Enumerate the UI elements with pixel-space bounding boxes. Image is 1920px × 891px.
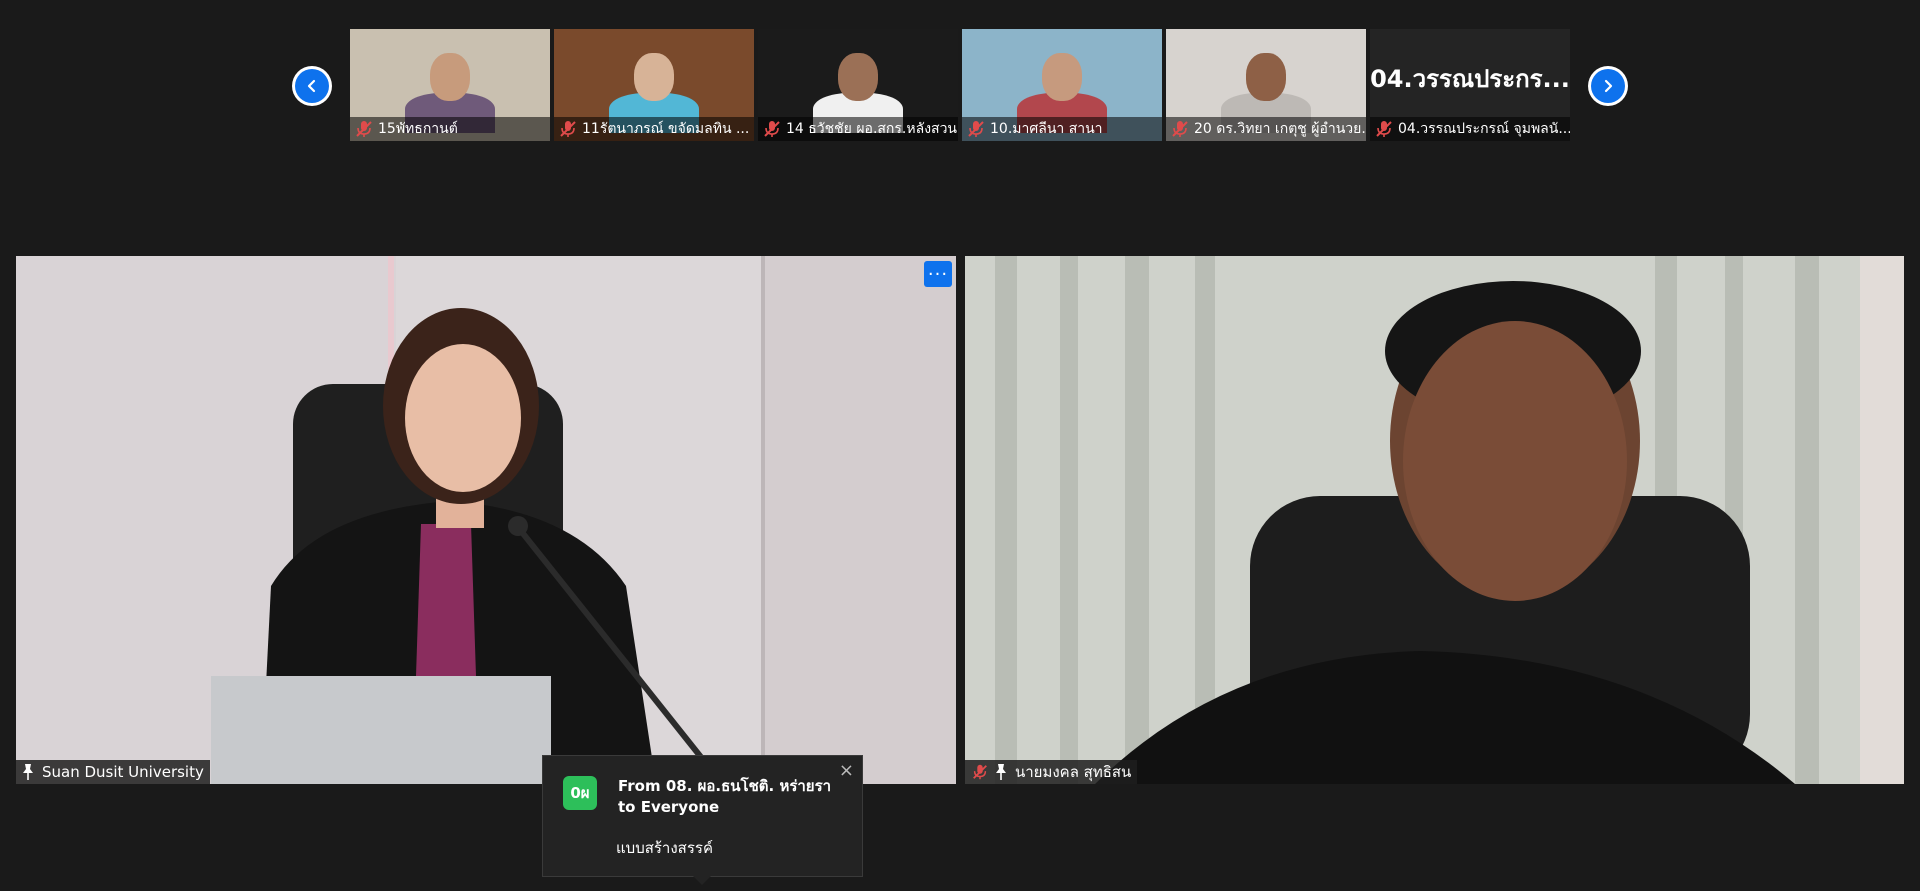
participant-name-tag: Suan Dusit University xyxy=(16,760,210,784)
pin-icon xyxy=(996,764,1006,780)
participant-head xyxy=(838,53,878,101)
participant-head xyxy=(430,53,470,101)
previous-page-button[interactable] xyxy=(292,66,332,106)
video-tile-speaker-left[interactable]: ··· Suan Dusit University xyxy=(16,256,956,784)
participant-name: 15พัทธกานต์ xyxy=(378,121,458,137)
mic-muted-icon xyxy=(356,121,372,137)
chevron-right-icon xyxy=(1591,69,1625,103)
participant-video xyxy=(554,29,754,133)
participant-thumbnail[interactable]: 20 ดร.วิทยา เกตุชู ผู้อำนวย... xyxy=(1166,29,1366,141)
participant-name: 04.วรรณประกรณ์ จุมพลนั... xyxy=(1398,121,1570,137)
participant-head xyxy=(1042,53,1082,101)
speaker-video xyxy=(16,256,956,784)
next-page-button[interactable] xyxy=(1588,66,1628,106)
mic-muted-icon xyxy=(1172,121,1188,137)
participant-initials-label: 04.วรรณประกร... xyxy=(1370,65,1570,93)
mic-muted-icon xyxy=(764,121,780,137)
mic-muted-icon xyxy=(968,121,984,137)
participant-name-tag: 04.วรรณประกรณ์ จุมพลนั... xyxy=(1370,117,1570,141)
participant-video xyxy=(350,29,550,133)
sender-avatar: 0ผ xyxy=(563,776,597,810)
participant-name: 11รัตนาภรณ์ ขจัดมลทิน ... xyxy=(582,121,750,137)
participant-name: 14 ธวัชชัย ผอ.สกร.หลังสวน xyxy=(786,121,958,137)
participant-name-tag: นายมงคล สุทธิสน xyxy=(965,760,1138,784)
video-tile-speaker-right[interactable]: นายมงคล สุทธิสน xyxy=(965,256,1904,784)
chat-notification[interactable]: 0ผ From 08. ผอ.ธนโชติ. หร่ายรา to Everyo… xyxy=(542,755,863,885)
participant-name-tag: 20 ดร.วิทยา เกตุชู ผู้อำนวย... xyxy=(1166,117,1366,141)
participant-thumbnail[interactable]: 15พัทธกานต์ xyxy=(350,29,550,141)
chat-sender-header: From 08. ผอ.ธนโชติ. หร่ายรา to Everyone xyxy=(618,777,832,816)
participant-head xyxy=(634,53,674,101)
participant-thumbnail[interactable]: 04.วรรณประกร... 04.วรรณประกรณ์ จุมพลนั... xyxy=(1370,29,1570,141)
participant-head xyxy=(1246,53,1286,101)
chevron-left-icon xyxy=(295,69,329,103)
more-options-label: ··· xyxy=(927,263,949,285)
participant-thumbnail[interactable]: 10.มาศลีนา สานา xyxy=(962,29,1162,141)
participant-thumbnail[interactable]: 11รัตนาภรณ์ ขจัดมลทิน ... xyxy=(554,29,754,141)
pin-icon xyxy=(23,764,33,780)
participant-name-tag: 11รัตนาภรณ์ ขจัดมลทิน ... xyxy=(554,117,754,141)
mic-muted-icon xyxy=(1376,121,1392,137)
participant-name: 20 ดร.วิทยา เกตุชู ผู้อำนวย... xyxy=(1194,121,1366,137)
more-options-button[interactable]: ··· xyxy=(924,261,952,287)
participant-thumbnail[interactable]: 14 ธวัชชัย ผอ.สกร.หลังสวน xyxy=(758,29,958,141)
participant-name: 10.มาศลีนา สานา xyxy=(990,121,1103,137)
avatar-initials: 0ผ xyxy=(570,784,590,802)
participant-name-tag: 15พัทธกานต์ xyxy=(350,117,550,141)
mic-muted-icon xyxy=(973,764,987,780)
participant-name: Suan Dusit University xyxy=(42,763,204,781)
participant-video xyxy=(962,29,1162,133)
participant-video xyxy=(758,29,958,133)
close-icon[interactable]: × xyxy=(839,760,854,781)
participant-name-tag: 14 ธวัชชัย ผอ.สกร.หลังสวน xyxy=(758,117,958,141)
participant-name-tag: 10.มาศลีนา สานา xyxy=(962,117,1162,141)
mic-muted-icon xyxy=(560,121,576,137)
popup-tail xyxy=(693,876,711,885)
participant-name: นายมงคล สุทธิสน xyxy=(1015,763,1132,781)
speaker-video xyxy=(965,256,1904,784)
participant-video xyxy=(1166,29,1366,133)
chat-message-text: แบบสร้างสรรค์ xyxy=(616,839,713,857)
participant-strip: 15พัทธกานต์ 11รัตนาภรณ์ ขจัดมลทิน ... 14 ธ… xyxy=(350,29,1570,141)
